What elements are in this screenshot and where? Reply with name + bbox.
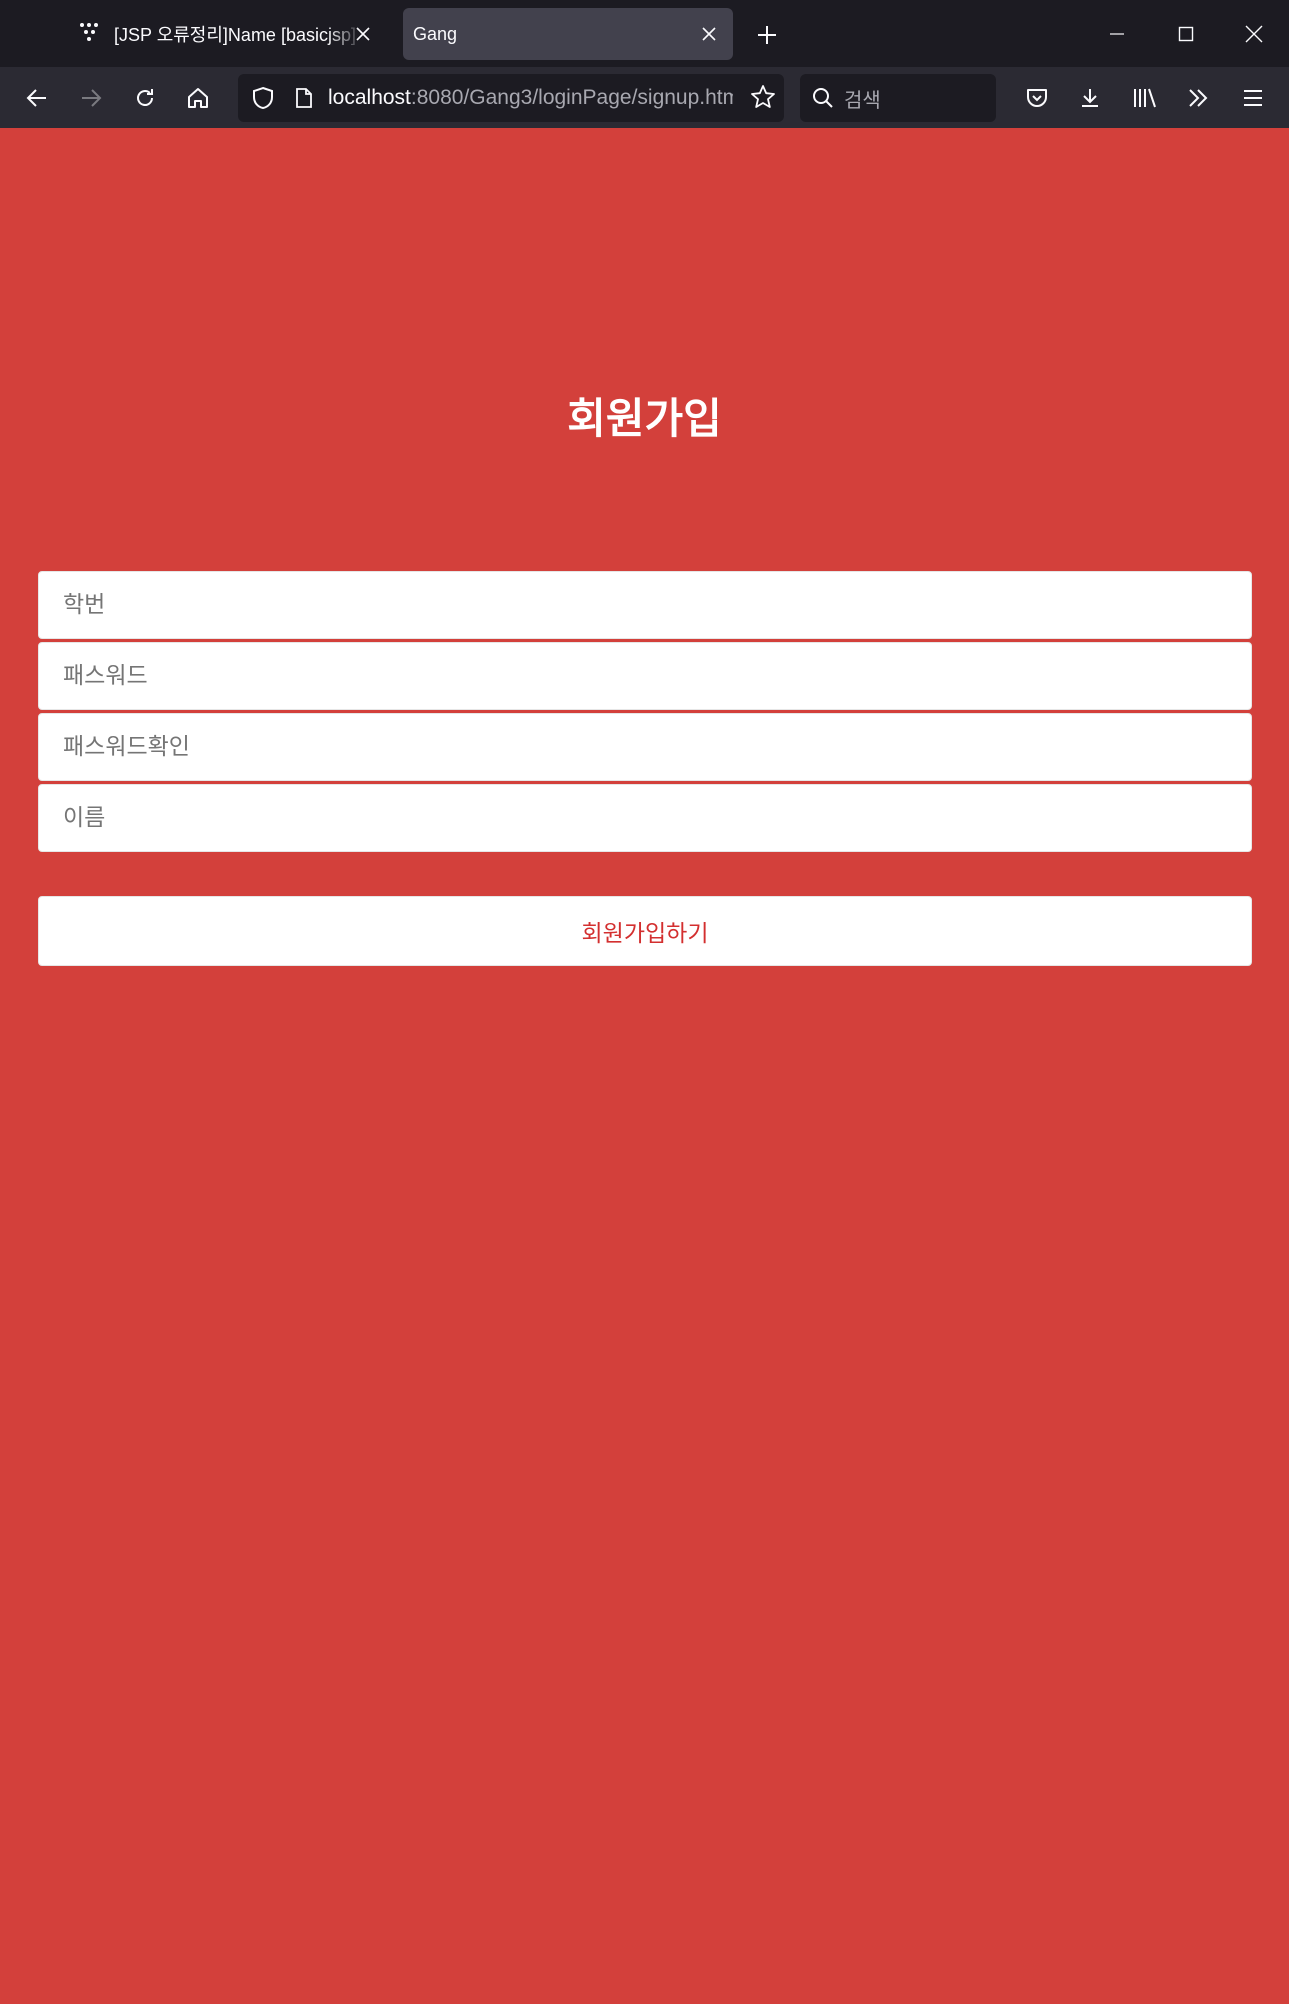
forward-arrow-icon[interactable] xyxy=(74,81,108,115)
reload-icon[interactable] xyxy=(128,81,162,115)
url-text[interactable]: localhost:8080/Gang3/loginPage/signup.ht… xyxy=(328,86,733,110)
tab-title: [JSP 오류정리]Name [basicjsp] c xyxy=(114,25,364,45)
tab-bar: [JSP 오류정리]Name [basicjsp] c Gang xyxy=(0,0,1289,67)
library-icon[interactable] xyxy=(1128,81,1162,115)
name-input[interactable] xyxy=(38,784,1252,852)
nav-toolbar: localhost:8080/Gang3/loginPage/signup.ht… xyxy=(0,67,1289,128)
signup-form: 회원가입하기 xyxy=(38,571,1252,966)
tab-close-icon[interactable] xyxy=(697,22,721,46)
bookmark-star-icon[interactable] xyxy=(750,84,776,110)
tab-favicon-icon xyxy=(76,21,102,47)
overflow-chevrons-icon[interactable] xyxy=(1181,81,1215,115)
pocket-icon[interactable] xyxy=(1020,81,1054,115)
shield-icon[interactable] xyxy=(252,86,278,110)
maximize-icon[interactable] xyxy=(1166,14,1206,54)
back-arrow-icon[interactable] xyxy=(20,81,54,115)
signup-submit-button[interactable]: 회원가입하기 xyxy=(38,896,1252,966)
tab-close-icon[interactable] xyxy=(351,22,375,46)
search-placeholder: 검색 xyxy=(844,87,881,112)
student-id-input[interactable] xyxy=(38,571,1252,639)
page-info-icon[interactable] xyxy=(296,88,316,108)
tab-jsp-error[interactable]: [JSP 오류정리]Name [basicjsp] c xyxy=(62,8,387,60)
password-input[interactable] xyxy=(38,642,1252,710)
minimize-icon[interactable] xyxy=(1097,14,1137,54)
page-title: 회원가입 xyxy=(567,394,722,443)
download-icon[interactable] xyxy=(1073,81,1107,115)
browser-chrome: [JSP 오류정리]Name [basicjsp] c Gang localho… xyxy=(0,0,1289,128)
url-path: :8080/Gang3/loginPage/signup.html xyxy=(410,86,733,109)
tab-gang[interactable]: Gang xyxy=(403,8,733,60)
address-bar[interactable]: localhost:8080/Gang3/loginPage/signup.ht… xyxy=(238,74,784,122)
close-window-icon[interactable] xyxy=(1234,14,1274,54)
search-icon xyxy=(812,87,834,109)
home-icon[interactable] xyxy=(181,81,215,115)
password-confirm-input[interactable] xyxy=(38,713,1252,781)
menu-hamburger-icon[interactable] xyxy=(1236,81,1270,115)
url-host: localhost xyxy=(328,86,411,109)
tab-title: Gang xyxy=(413,23,458,44)
new-tab-icon[interactable] xyxy=(752,20,782,50)
search-bar[interactable]: 검색 xyxy=(800,74,996,122)
